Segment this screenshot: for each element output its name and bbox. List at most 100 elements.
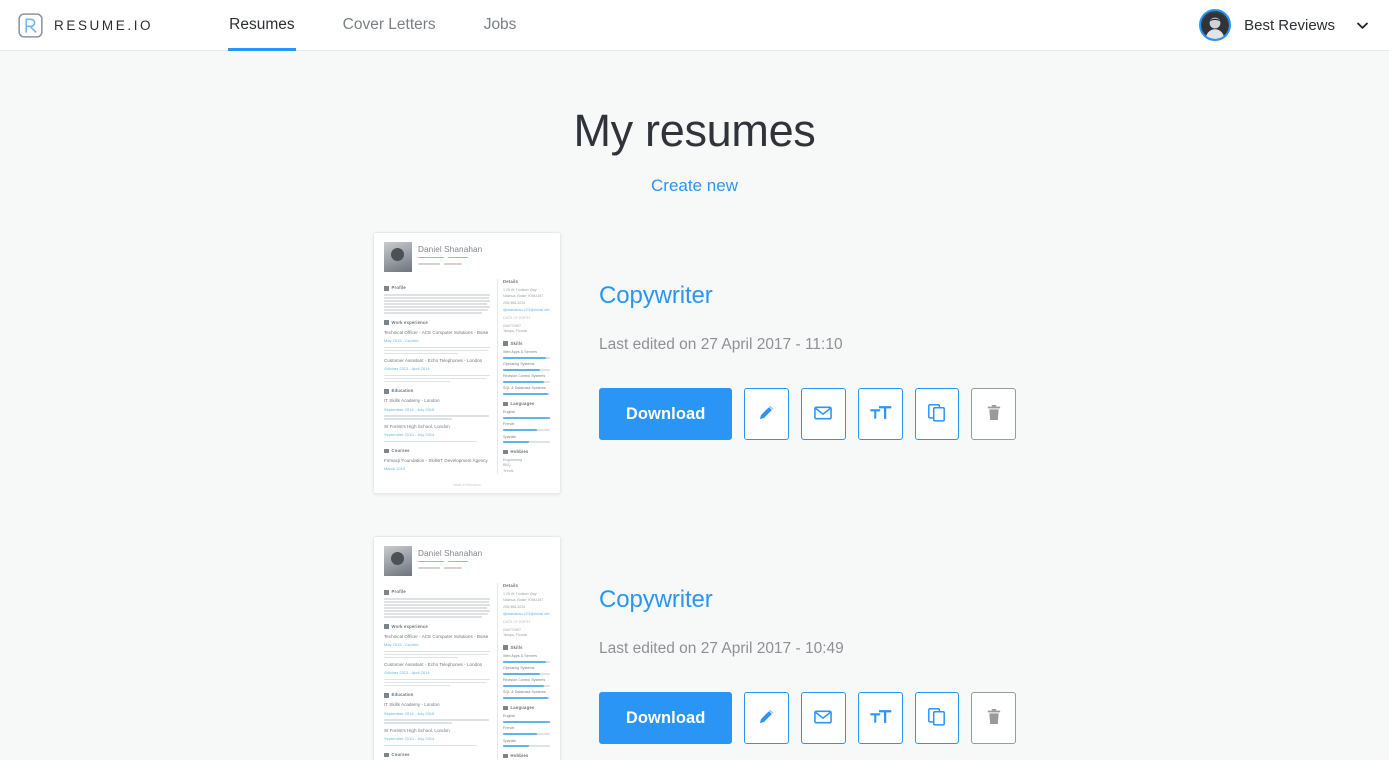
preview-columns: Profile Work experience Technical Office… [384, 279, 550, 474]
nav-item-label: Cover Letters [342, 16, 436, 33]
preview-education-date: September 2010 - July 2014 [384, 431, 435, 437]
preview-phone: 206-966-3234 [503, 301, 526, 306]
email-button[interactable] [801, 692, 846, 745]
preview-paragraph [384, 440, 490, 443]
preview-paragraph [384, 744, 490, 747]
preview-address-line: Nashua, Boise, KV63197 [503, 597, 544, 602]
resume-thumbnail[interactable]: Daniel Shanahan Profile Work experience … [373, 536, 561, 760]
chevron-down-icon[interactable] [1356, 19, 1369, 32]
preview-course-date: March 2015 [384, 466, 406, 472]
trash-icon [984, 707, 1004, 730]
copy-icon [926, 402, 947, 426]
copy-icon [926, 706, 947, 730]
preview-bar [448, 560, 468, 563]
resume-actions: Download [599, 388, 1017, 441]
preview-address-line: Nashua, Boise, KV63197 [503, 293, 544, 298]
rename-button[interactable] [857, 692, 903, 745]
heart-icon [503, 449, 508, 455]
delete-button[interactable] [971, 388, 1017, 441]
envelope-icon [812, 402, 834, 427]
preview-job-title: Technical Officer - ACE Computer Solutio… [384, 633, 489, 639]
preview-birth-place: Tampa, Florida [503, 329, 527, 334]
preview-section-work: Work experience [384, 320, 490, 326]
preview-footer: Made in Resume.io [453, 482, 481, 487]
duplicate-button[interactable] [914, 388, 960, 441]
resume-actions: Download [599, 692, 1017, 745]
top-header: RESUME.IO Resumes Cover Letters Jobs Bes… [0, 0, 1389, 51]
preview-skill-name: Revision Control Systems [503, 678, 546, 683]
rename-button[interactable] [857, 388, 903, 441]
resume-info: Copywriter Last edited on 27 April 2017 … [561, 232, 1017, 441]
preview-section-profile: Profile [384, 589, 490, 595]
resume-r-logo-icon [18, 12, 43, 38]
preview-section-title: Work experience [391, 319, 428, 325]
email-button[interactable] [801, 388, 846, 441]
preview-section-profile: Profile [384, 285, 490, 291]
nav-item-resumes[interactable]: Resumes [205, 0, 318, 51]
nav-item-label: Resumes [229, 16, 295, 33]
preview-header: Daniel Shanahan [384, 242, 550, 273]
preview-job-date: May 2015 - Current [384, 641, 419, 647]
create-new-link[interactable]: Create new [0, 176, 1389, 196]
preview-paragraph [384, 294, 490, 314]
resume-title-link[interactable]: Copywriter [599, 282, 713, 310]
preview-section-title: Details [503, 583, 519, 589]
preview-contact-bars-2 [418, 263, 550, 265]
preview-skill-name: Revision Control Systems [503, 374, 546, 379]
brand-logo[interactable]: RESUME.IO [18, 12, 154, 38]
trash-icon [984, 403, 1004, 426]
duplicate-button[interactable] [914, 692, 960, 745]
preview-section-title: Education [391, 388, 414, 394]
preview-bar [418, 560, 444, 563]
preview-section-hobbies: Hobbies [503, 753, 550, 759]
preview-section-education: Education [384, 692, 490, 698]
preview-skill: Revision Control Systems [503, 374, 550, 383]
preview-skill-name: Operating Systems [503, 362, 535, 367]
preview-contact-bars-2 [418, 567, 550, 569]
delete-button[interactable] [971, 692, 1017, 745]
briefcase-icon [384, 320, 389, 325]
preview-bar [418, 263, 440, 265]
person-icon [384, 590, 389, 595]
preview-skill-name: Operating Systems [503, 666, 535, 671]
preview-main-column: Profile Work experience Technical Office… [384, 279, 490, 474]
globe-icon [503, 705, 508, 711]
edit-button[interactable] [744, 692, 790, 745]
nav-item-cover-letters[interactable]: Cover Letters [319, 0, 460, 51]
preview-paragraph [384, 679, 490, 687]
preview-paragraph [384, 598, 490, 618]
resume-thumbnail[interactable]: Daniel Shanahan Profile Work experience … [373, 232, 561, 495]
preview-name-block: Daniel Shanahan [418, 242, 550, 272]
preview-bar [444, 263, 462, 265]
edit-button[interactable] [744, 388, 790, 441]
download-button[interactable]: Download [599, 388, 733, 441]
resume-preview-content: Daniel Shanahan Profile Work experience … [374, 233, 560, 493]
preview-job-title: Technical Officer - ACE Computer Solutio… [384, 329, 489, 335]
resume-title-link[interactable]: Copywriter [599, 586, 713, 614]
preview-section-work: Work experience [384, 624, 490, 630]
envelope-icon [812, 706, 834, 731]
preview-skill: Web Apps & Servers [503, 654, 550, 663]
preview-name-block: Daniel Shanahan [418, 546, 550, 576]
preview-birth-place: Tampa, Florida [503, 633, 527, 638]
preview-section-skills: Skills [503, 645, 550, 651]
brand-name: RESUME.IO [54, 17, 154, 33]
preview-email: djshanahan-123@email.net [503, 308, 550, 313]
preview-paragraph [384, 346, 490, 355]
preview-language: English [503, 410, 550, 419]
nav-item-jobs[interactable]: Jobs [460, 0, 541, 51]
preview-section-title: Profile [391, 285, 406, 291]
book-icon [384, 752, 389, 758]
account-name: Best Reviews [1244, 16, 1335, 34]
preview-skill: Operating Systems [503, 666, 550, 675]
resume-last-edited: Last edited on 27 April 2017 - 11:10 [599, 336, 843, 354]
resume-info: Copywriter Last edited on 27 April 2017 … [561, 536, 1017, 745]
preview-skill: SQL & Database Systems [503, 690, 550, 699]
preview-education-date: September 2014 - July 2015 [384, 710, 435, 716]
download-button[interactable]: Download [599, 692, 733, 745]
preview-job-title: Customer Assistant - Echo Telephones - L… [384, 358, 483, 364]
preview-section-title: Courses [391, 448, 410, 454]
preview-photo [384, 546, 412, 577]
pencil-icon [756, 706, 777, 730]
account-menu[interactable]: Best Reviews [1199, 9, 1373, 41]
